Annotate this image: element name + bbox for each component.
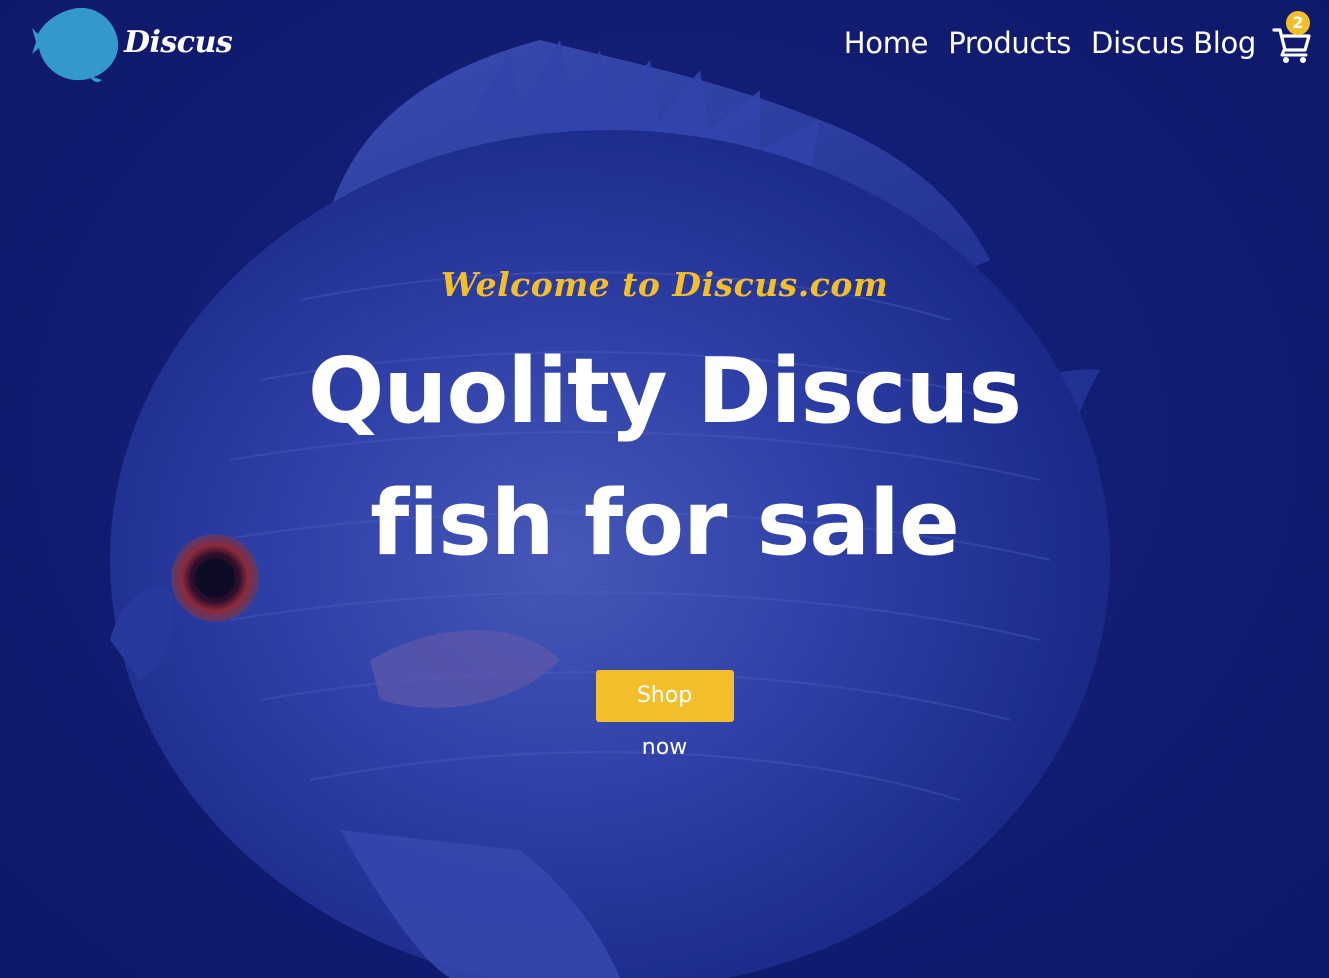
hero-headline: Quolity Discus fish for sale (215, 326, 1115, 590)
logo-text: Discus (124, 24, 233, 60)
welcome-text: Welcome to Discus.com (440, 265, 889, 304)
site-header: Discus Home Products Discus Blog 2 (0, 0, 1329, 90)
nav-item-products[interactable]: Products (948, 26, 1071, 60)
cart-count-badge: 2 (1286, 11, 1310, 35)
logo-link[interactable]: Discus (30, 4, 233, 84)
main-nav: Home Products Discus Blog (844, 26, 1257, 60)
discus-fish-icon (32, 7, 119, 83)
headline-line-2: fish for sale (370, 471, 960, 576)
nav-item-home[interactable]: Home (844, 26, 929, 60)
hero-section: Discus Home Products Discus Blog 2 Welco… (0, 0, 1329, 978)
nav-item-discus-blog[interactable]: Discus Blog (1091, 26, 1256, 60)
hero-content: Welcome to Discus.com Quolity Discus fis… (0, 265, 1329, 760)
headline-line-1: Quolity Discus (307, 339, 1022, 444)
shop-now-button[interactable]: Shop now (595, 670, 734, 760)
